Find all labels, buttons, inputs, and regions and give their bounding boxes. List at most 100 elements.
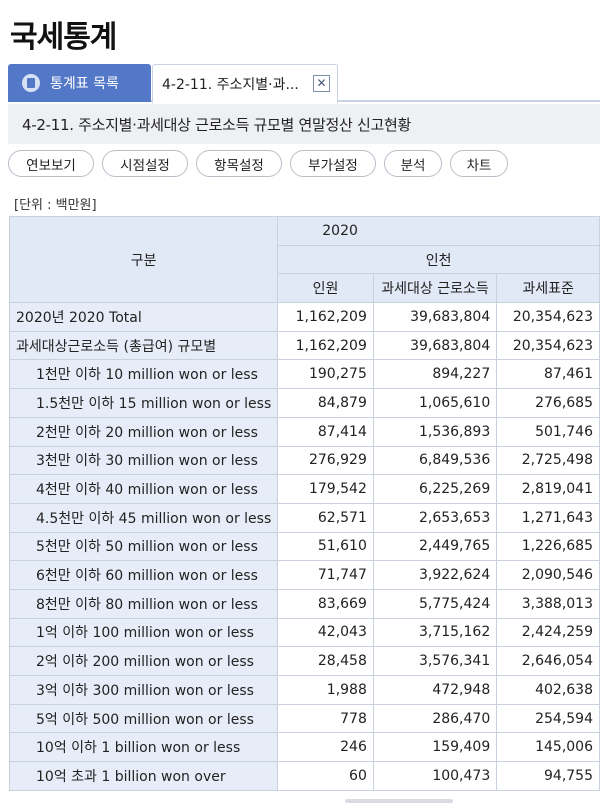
table-row: 과세대상근로소득 (총급여) 규모별 1,162,209 39,683,804 20,…: [8, 330, 600, 361]
table-cell: 145,006: [496, 732, 600, 763]
table-row: 2억 이하 200 million won or less 28,458 3,576…: [8, 646, 600, 676]
table-cell: 472,948: [372, 675, 498, 705]
table-row: 8천만 이하 80 million won or less 83,669 5,775…: [8, 588, 600, 619]
table-cell: 94,755: [496, 761, 600, 791]
table-cell: 1,988: [277, 675, 374, 705]
table-cell: 2,449,765: [372, 531, 498, 562]
table-cell: 894,227: [372, 359, 498, 390]
tab-stat-list[interactable]: 통계표 목록: [8, 64, 151, 102]
table-cell: 3,715,162: [372, 617, 498, 648]
table-cell: 286,470: [372, 703, 498, 734]
scroll-indicator[interactable]: [345, 799, 453, 803]
table-cell: 84,879: [277, 388, 374, 418]
stub-header: 구분: [8, 215, 279, 304]
table-cell: 159,409: [372, 732, 498, 763]
table-cell: 190,275: [277, 359, 374, 390]
tab-current-table-label: 4-2-11. 주소지별·과...: [162, 76, 299, 93]
row-label[interactable]: 2천만 이하 20 million won or less: [8, 416, 279, 447]
table-cell: 1,065,610: [372, 388, 498, 418]
table-cell: 276,929: [277, 445, 374, 476]
table-row: 10억 초과 1 billion won over 60 100,473 94,755: [8, 761, 600, 791]
table-cell: 3,922,624: [372, 560, 498, 590]
row-label[interactable]: 10억 초과 1 billion won over: [8, 761, 279, 791]
tab-current-table[interactable]: 4-2-11. 주소지별·과... ✕: [152, 64, 338, 104]
table-row: 5억 이하 500 million won or less 778 286,470 2…: [8, 703, 600, 734]
analysis-button[interactable]: 분석: [384, 150, 442, 177]
table-cell: 39,683,804: [372, 302, 498, 332]
row-label[interactable]: 6천만 이하 60 million won or less: [8, 560, 279, 590]
row-label[interactable]: 4천만 이하 40 million won or less: [8, 474, 279, 504]
table-cell: 3,576,341: [372, 646, 498, 676]
list-icon: [22, 74, 40, 92]
table-cell: 1,162,209: [277, 330, 374, 361]
row-label[interactable]: 1천만 이하 10 million won or less: [8, 359, 279, 390]
row-label[interactable]: 5천만 이하 50 million won or less: [8, 531, 279, 562]
table-row: 1천만 이하 10 million won or less 190,275 894,…: [8, 359, 600, 390]
region-header: 인천: [277, 244, 600, 275]
table-cell: 39,683,804: [372, 330, 498, 361]
column-header: 인원: [277, 273, 374, 304]
tab-stat-list-label: 통계표 목록: [50, 76, 119, 92]
table-cell: 28,458: [277, 646, 374, 676]
table-cell: 1,271,643: [496, 502, 600, 533]
table-row: 10억 이하 1 billion won or less 246 159,409 14…: [8, 732, 600, 763]
table-cell: 62,571: [277, 502, 374, 533]
row-label[interactable]: 1.5천만 이하 15 million won or less: [8, 388, 279, 418]
table-row: 2천만 이하 20 million won or less 87,414 1,536…: [8, 416, 600, 447]
table-cell: 3,388,013: [496, 588, 600, 619]
app-title: 국세통계: [10, 20, 117, 55]
table-cell: 778: [277, 703, 374, 734]
table-cell: 254,594: [496, 703, 600, 734]
stat-table: 구분 2020 인천 인원 과세대상 근로소득 과세표준 2020년 2020 …: [8, 215, 600, 791]
column-header: 과세표준: [496, 273, 600, 304]
table-cell: 20,354,623: [496, 302, 600, 332]
table-row: 3억 이하 300 million won or less 1,988 472,94…: [8, 675, 600, 705]
table-cell: 87,461: [496, 359, 600, 390]
close-icon[interactable]: ✕: [313, 75, 330, 92]
table-row: 1억 이하 100 million won or less 42,043 3,715…: [8, 617, 600, 648]
table-cell: 179,542: [277, 474, 374, 504]
table-cell: 246: [277, 732, 374, 763]
column-header: 과세대상 근로소득: [372, 273, 498, 304]
yearbook-button[interactable]: 연보보기: [8, 150, 94, 177]
table-cell: 1,226,685: [496, 531, 600, 562]
row-label[interactable]: 4.5천만 이하 45 million won or less: [8, 502, 279, 533]
tab-bar: 통계표 목록 4-2-11. 주소지별·과... ✕: [8, 64, 600, 104]
extra-settings-button[interactable]: 부가설정: [290, 150, 376, 177]
table-row: 1.5천만 이하 15 million won or less 84,879 1,0…: [8, 388, 600, 418]
table-row: 5천만 이하 50 million won or less 51,610 2,449…: [8, 531, 600, 562]
row-label[interactable]: 5억 이하 500 million won or less: [8, 703, 279, 734]
table-cell: 1,162,209: [277, 302, 374, 332]
item-settings-button[interactable]: 항목설정: [196, 150, 282, 177]
table-cell: 42,043: [277, 617, 374, 648]
table-cell: 1,536,893: [372, 416, 498, 447]
table-cell: 5,775,424: [372, 588, 498, 619]
row-label[interactable]: 3천만 이하 30 million won or less: [8, 445, 279, 476]
row-label[interactable]: 1억 이하 100 million won or less: [8, 617, 279, 648]
table-cell: 51,610: [277, 531, 374, 562]
row-label[interactable]: 3억 이하 300 million won or less: [8, 675, 279, 705]
table-cell: 276,685: [496, 388, 600, 418]
table-row: 4.5천만 이하 45 million won or less 62,571 2,6…: [8, 502, 600, 533]
table-cell: 2,424,259: [496, 617, 600, 648]
table-row: 4천만 이하 40 million won or less 179,542 6,22…: [8, 474, 600, 504]
row-label[interactable]: 2억 이하 200 million won or less: [8, 646, 279, 676]
row-label[interactable]: 과세대상근로소득 (총급여) 규모별: [8, 330, 279, 361]
table-row: 3천만 이하 30 million won or less 276,929 6,84…: [8, 445, 600, 476]
row-label[interactable]: 10억 이하 1 billion won or less: [8, 732, 279, 763]
table-cell: 6,849,536: [372, 445, 498, 476]
chart-button[interactable]: 차트: [450, 150, 508, 177]
table-cell: 402,638: [496, 675, 600, 705]
table-cell: 2,725,498: [496, 445, 600, 476]
table-cell: 60: [277, 761, 374, 791]
year-header: 2020: [277, 216, 600, 246]
table-cell: 71,747: [277, 560, 374, 590]
table-cell: 501,746: [496, 416, 600, 447]
row-label[interactable]: 2020년 2020 Total: [8, 302, 279, 332]
table-cell: 2,646,054: [496, 646, 600, 676]
table-cell: 2,090,546: [496, 560, 600, 590]
table-row: 6천만 이하 60 million won or less 71,747 3,922…: [8, 560, 600, 590]
row-label[interactable]: 8천만 이하 80 million won or less: [8, 588, 279, 619]
table-title: 4-2-11. 주소지별·과세대상 근로소득 규모별 연말정산 신고현황: [8, 104, 600, 144]
period-settings-button[interactable]: 시점설정: [102, 150, 188, 177]
